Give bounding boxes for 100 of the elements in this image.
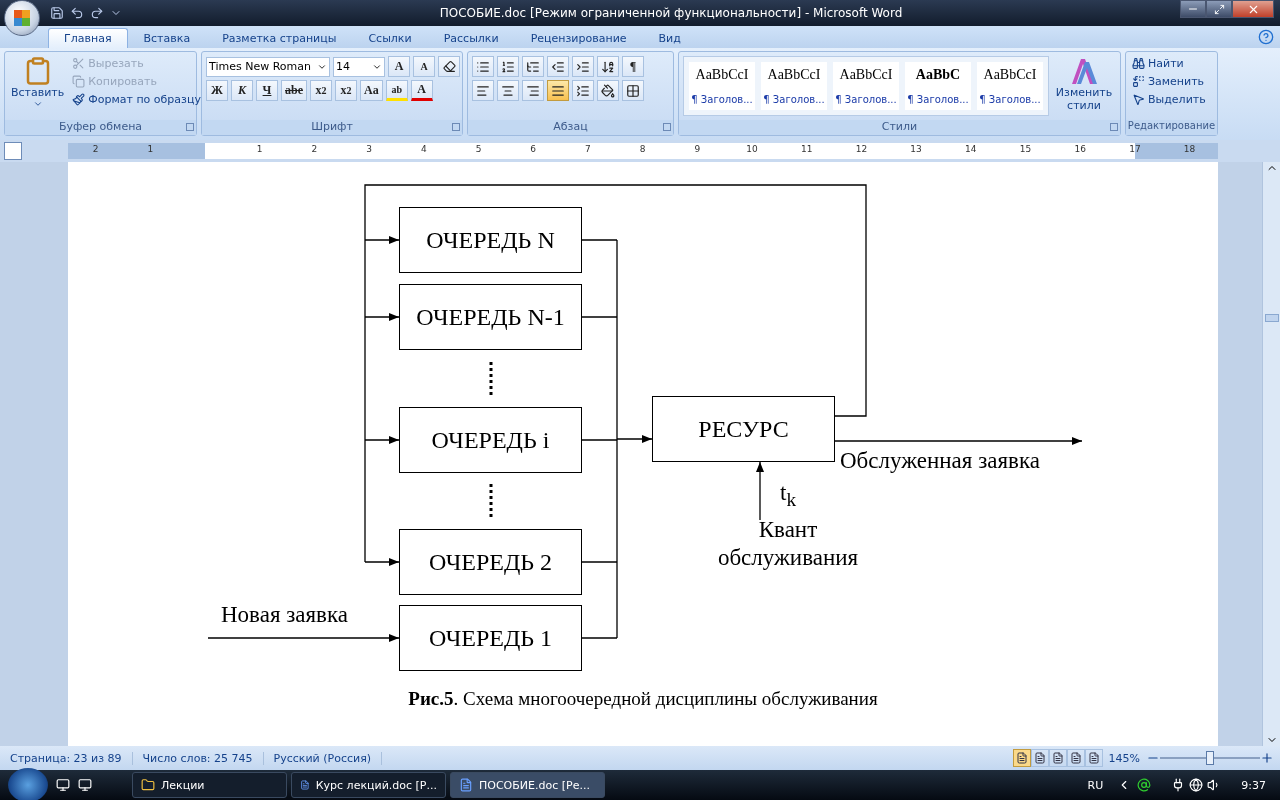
brush-icon (72, 93, 86, 106)
style-item[interactable]: AaBbC ¶ Заголов... (905, 62, 971, 110)
clear-formatting-button[interactable] (438, 56, 460, 77)
multilevel-list-button[interactable] (522, 56, 544, 77)
underline-button[interactable]: Ч (256, 80, 278, 101)
quantum-symbol: t$_{k}$ (780, 480, 796, 511)
numbered-list-icon (501, 59, 515, 74)
language-status[interactable]: Русский (Россия) (263, 751, 383, 765)
format-painter-button[interactable]: Формат по образцу (70, 92, 203, 107)
bullets-button[interactable] (472, 56, 494, 77)
ribbon-tab[interactable]: Ссылки (352, 28, 428, 48)
undo-icon[interactable] (70, 6, 84, 20)
zoom-level[interactable]: 145% (1108, 751, 1140, 765)
ribbon-tab[interactable]: Разметка страницы (206, 28, 353, 48)
zoom-in-icon[interactable] (1260, 751, 1274, 765)
italic-button[interactable]: К (231, 80, 253, 101)
increase-indent-button[interactable] (572, 56, 594, 77)
restore-button[interactable] (1206, 0, 1232, 18)
sort-icon (601, 59, 615, 74)
ruler-number: 11 (800, 144, 813, 154)
scroll-thumb[interactable] (1264, 314, 1279, 322)
language-indicator[interactable]: RU (1087, 778, 1104, 792)
highlight-button[interactable]: ab (385, 80, 408, 101)
taskbar-item[interactable]: Лекции (132, 772, 287, 798)
font-size-field[interactable]: 14 (333, 56, 385, 77)
style-item[interactable]: AaBbCcI ¶ Заголов... (761, 62, 827, 110)
close-button[interactable] (1232, 0, 1274, 18)
view-button[interactable] (1084, 749, 1103, 767)
style-preview: AaBbCcI (983, 67, 1037, 84)
folder-icon (141, 778, 155, 792)
align-icon (526, 83, 540, 98)
office-button[interactable] (4, 0, 40, 36)
view-button[interactable] (1066, 749, 1085, 767)
queue-node: ОЧЕРЕДЬ N-1 (399, 284, 582, 350)
network-icon[interactable] (1189, 778, 1204, 792)
tab-selector[interactable] (4, 142, 22, 160)
ruler-number: 18 (1183, 144, 1196, 154)
style-item[interactable]: AaBbCcI ¶ Заголов... (689, 62, 755, 110)
numbering-button[interactable] (497, 56, 519, 77)
group-title: Абзац (468, 120, 673, 135)
select-button[interactable]: Выделить (1130, 92, 1208, 107)
start-button[interactable] (8, 768, 48, 800)
scissors-icon (72, 57, 86, 70)
view-button[interactable] (1012, 749, 1031, 767)
decrease-indent-button[interactable] (547, 56, 569, 77)
paste-button[interactable]: Вставить (9, 56, 67, 116)
font-color-button[interactable]: A (410, 80, 433, 101)
group-title: Стили (679, 120, 1120, 135)
ruler-number: 1 (147, 144, 154, 154)
ribbon-tab[interactable]: Рассылки (427, 28, 515, 48)
desktop-icon[interactable] (56, 778, 70, 792)
shading-button[interactable] (597, 80, 619, 101)
save-icon[interactable] (50, 6, 64, 20)
ruler-number: 4 (420, 144, 427, 154)
ruler-number: 10 (746, 144, 758, 154)
desktop-icon[interactable] (78, 778, 92, 792)
redo-icon[interactable] (90, 6, 104, 20)
show-marks-button[interactable]: ¶ (622, 56, 644, 77)
ruler-number: 14 (965, 144, 977, 154)
style-item[interactable]: AaBbCcI ¶ Заголов... (977, 62, 1043, 110)
shrink-font-button[interactable]: A (413, 56, 435, 77)
sort-button[interactable] (597, 56, 619, 77)
view-button[interactable] (1030, 749, 1049, 767)
ribbon-tab[interactable]: Вставка (127, 28, 207, 48)
bold-button[interactable]: Ж (206, 80, 228, 101)
find-button[interactable]: Найти (1130, 56, 1208, 71)
vertical-scrollbar[interactable] (1262, 162, 1280, 746)
align-button[interactable] (497, 80, 519, 101)
view-button[interactable] (1048, 749, 1067, 767)
line-spacing-button[interactable] (572, 80, 594, 101)
align-button[interactable] (547, 80, 569, 101)
at-sign-icon[interactable] (1137, 778, 1152, 792)
ribbon-tab[interactable]: Рецензирование (514, 28, 643, 48)
zoom-thumb[interactable] (1206, 751, 1214, 765)
strikethrough-button[interactable]: abe (281, 80, 307, 101)
style-preview: AaBbCcI (695, 67, 749, 84)
style-preview: AaBbCcI (767, 67, 821, 84)
align-icon (501, 83, 515, 98)
change-styles-button[interactable]: Изменить стили (1053, 56, 1115, 116)
style-item[interactable]: AaBbCcI ¶ Заголов... (833, 62, 899, 110)
style-preview: AaBbCcI (839, 67, 893, 84)
replace-button[interactable]: Заменить (1130, 74, 1208, 89)
style-name: ¶ Заголов... (691, 93, 753, 105)
minimize-button[interactable] (1180, 0, 1206, 18)
ribbon-tab[interactable]: Вид (642, 28, 697, 48)
page-icon (1033, 752, 1046, 764)
dotted-line (489, 362, 493, 396)
align-button[interactable] (472, 80, 494, 101)
align-button[interactable] (522, 80, 544, 101)
taskbar-item[interactable]: Курс лекций.doc [Р... (291, 772, 446, 798)
resource-node: РЕСУРС (652, 396, 835, 462)
change-case-button[interactable]: Aa (360, 80, 383, 101)
font-name-field[interactable]: Times New Roman (206, 56, 330, 77)
grow-font-button[interactable]: A (388, 56, 410, 77)
borders-button[interactable] (622, 80, 644, 101)
group-title: Редактирование (1126, 120, 1217, 135)
ribbon-tab[interactable]: Главная (48, 28, 128, 48)
help-icon[interactable] (1258, 29, 1274, 45)
taskbar-item[interactable]: ПОСОБИЕ.doc [Ре... (450, 772, 605, 798)
queue-node: ОЧЕРЕДЬ 2 (399, 529, 582, 595)
